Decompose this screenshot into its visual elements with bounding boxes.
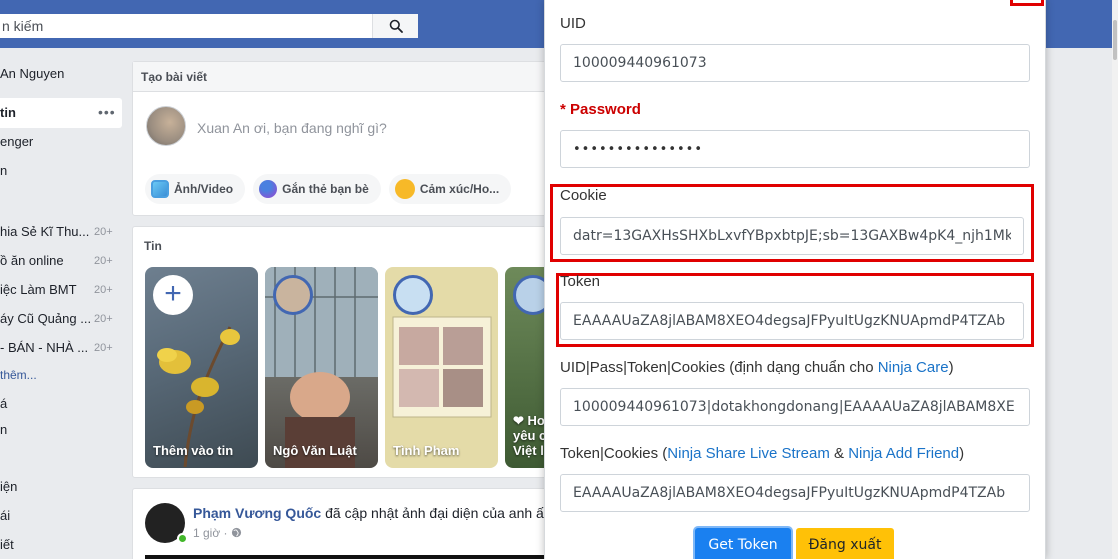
cookie-label: Cookie xyxy=(560,187,607,204)
more-options-icon[interactable]: ••• xyxy=(98,104,116,120)
combo1-label-text: UID|Pass|Token|Cookies (định dạng chuẩn … xyxy=(560,359,878,376)
search-box xyxy=(0,14,418,38)
scrollbar-thumb[interactable] xyxy=(1113,20,1117,60)
photo-video-button[interactable]: Ảnh/Video xyxy=(145,174,246,204)
token-extension-popup: UID * Password Cookie Token UID|Pass|Tok… xyxy=(544,0,1046,559)
story-item[interactable]: Tình Pham xyxy=(385,267,498,468)
password-label-text: Password xyxy=(570,101,641,118)
story-name: Ngô Văn Luật xyxy=(273,443,357,458)
sidebar-item[interactable]: iết xyxy=(0,537,14,552)
sidebar-group-count: 20+ xyxy=(94,342,113,354)
token-field[interactable] xyxy=(560,302,1024,340)
story-name: Tình Pham xyxy=(393,443,460,458)
story-item[interactable]: Ngô Văn Luật xyxy=(265,267,378,468)
search-button[interactable] xyxy=(372,14,418,38)
combo1-label-close: ) xyxy=(948,359,954,376)
story-add[interactable]: + Thêm vào tin xyxy=(145,267,258,468)
ninja-add-friend-link[interactable]: Ninja Add Friend xyxy=(848,445,959,462)
smiley-icon xyxy=(394,179,415,199)
sidebar-group-count: 20+ xyxy=(94,313,113,325)
get-token-button[interactable]: Get Token xyxy=(695,528,791,559)
required-asterisk: * xyxy=(560,101,566,118)
search-input[interactable] xyxy=(0,14,372,38)
whats-on-your-mind-input[interactable]: Xuan An ơi, bạn đang nghĩ gì? xyxy=(197,120,387,136)
sidebar-group-item[interactable]: hia Sẻ Kĩ Thu... xyxy=(0,224,89,239)
tag-friends-button[interactable]: Gắn thẻ bạn bè xyxy=(253,174,381,204)
tag-friends-label: Gắn thẻ bạn bè xyxy=(282,182,369,196)
token-label: Token xyxy=(560,273,601,290)
add-story-icon: + xyxy=(153,275,193,315)
story-name: Thêm vào tin xyxy=(153,443,234,458)
create-post-title: Tạo bài viết xyxy=(133,62,551,92)
search-icon xyxy=(389,19,403,33)
sidebar-item[interactable]: á xyxy=(0,396,7,411)
globe-icon xyxy=(231,527,241,538)
create-post-card: Tạo bài viết Xuan An ơi, bạn đang nghĩ g… xyxy=(132,61,552,216)
photo-video-label: Ảnh/Video xyxy=(174,182,234,196)
corner-highlight-mark xyxy=(1010,0,1044,6)
sidebar-group-count: 20+ xyxy=(94,255,113,267)
online-status-dot xyxy=(177,533,188,544)
stories-card: Tin + Thêm vào tin Ngô Văn Luật Tình Pha… xyxy=(132,226,553,478)
cookie-field[interactable] xyxy=(560,217,1024,255)
password-field[interactable] xyxy=(560,130,1030,168)
right-column xyxy=(1044,48,1118,559)
sidebar-item[interactable]: iện xyxy=(0,479,17,494)
feed-post: Phạm Vương Quốc đã cập nhật ảnh đại diện… xyxy=(132,488,553,559)
avatar xyxy=(393,275,433,315)
sidebar-group-count: 20+ xyxy=(94,226,113,238)
uid-label: UID xyxy=(560,15,586,32)
sidebar-see-more-link[interactable]: thêm... xyxy=(0,368,37,382)
uid-field[interactable] xyxy=(560,44,1030,82)
post-image[interactable] xyxy=(145,555,553,559)
sidebar-item-news-feed[interactable]: tin xyxy=(0,105,16,120)
tag-friends-icon xyxy=(259,180,278,198)
feeling-activity-label: Cảm xúc/Ho... xyxy=(419,182,500,196)
ninja-share-live-stream-link[interactable]: Ninja Share Live Stream xyxy=(667,445,830,462)
sidebar-group-item[interactable]: áy Cũ Quảng ... xyxy=(0,311,91,326)
ninja-care-link[interactable]: Ninja Care xyxy=(878,359,949,376)
sidebar-item[interactable]: n xyxy=(0,422,7,437)
combo1-label: UID|Pass|Token|Cookies (định dạng chuẩn … xyxy=(560,359,954,376)
combo2-label-close: ) xyxy=(959,445,965,462)
sidebar-group-item[interactable]: - BÁN - NHÀ ... xyxy=(0,340,88,355)
post-action-text: đã cập nhật ảnh đại diện của anh ấ xyxy=(325,505,544,521)
stories-title: Tin xyxy=(144,239,162,253)
combo2-label: Token|Cookies (Ninja Share Live Stream &… xyxy=(560,445,964,462)
avatar xyxy=(273,275,313,315)
post-time-text: 1 giờ · xyxy=(193,526,228,540)
avatar[interactable] xyxy=(146,106,186,146)
sidebar-group-item[interactable]: ồ ăn online xyxy=(0,253,64,268)
token-cookies-field[interactable] xyxy=(560,474,1030,512)
post-timestamp[interactable]: 1 giờ · xyxy=(193,526,242,540)
password-label: * Password xyxy=(560,101,641,118)
sidebar-profile-name[interactable]: An Nguyen xyxy=(0,66,64,81)
uid-pass-token-cookies-field[interactable] xyxy=(560,388,1030,426)
sidebar-group-count: 20+ xyxy=(94,284,113,296)
page-scrollbar[interactable] xyxy=(1112,0,1118,559)
combo2-label-text: Token|Cookies ( xyxy=(560,445,668,462)
post-header: Phạm Vương Quốc đã cập nhật ảnh đại diện… xyxy=(193,505,544,521)
feeling-activity-button[interactable]: Cảm xúc/Ho... xyxy=(388,174,512,204)
combo2-ampersand: & xyxy=(829,445,849,462)
logout-button[interactable]: Đăng xuất xyxy=(796,528,894,559)
sidebar-item[interactable]: ái xyxy=(0,508,10,523)
post-author-link[interactable]: Phạm Vương Quốc xyxy=(193,505,321,521)
sidebar-item-messenger[interactable]: enger xyxy=(0,134,33,149)
sidebar-group-item[interactable]: iệc Làm BMT xyxy=(0,282,77,297)
photo-icon xyxy=(151,180,169,198)
sidebar-item[interactable]: n xyxy=(0,163,7,178)
